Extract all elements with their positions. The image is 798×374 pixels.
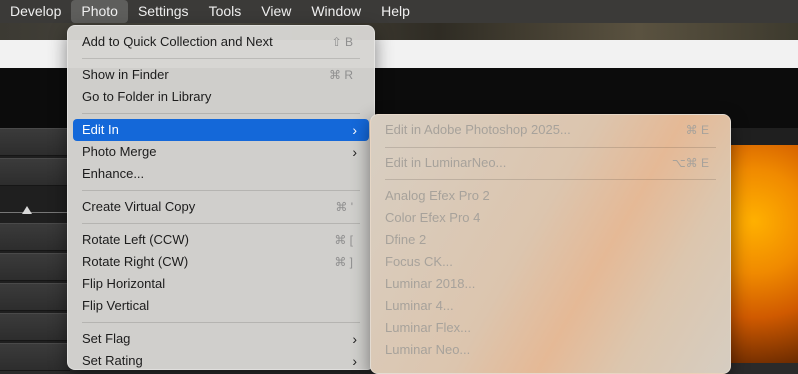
menu-item-rotate-left[interactable]: Rotate Left (CCW) ⌘ [ — [73, 229, 369, 251]
menu-item-label: Color Efex Pro 4 — [385, 210, 481, 225]
menu-settings[interactable]: Settings — [128, 0, 199, 23]
menu-separator — [82, 223, 360, 224]
menu-item-go-to-folder[interactable]: Go to Folder in Library — [73, 86, 369, 108]
menu-item-label: Show in Finder — [82, 67, 169, 82]
menu-item-shortcut: ⌘ R — [329, 68, 353, 82]
panel-row[interactable] — [0, 223, 70, 251]
menu-item-edit-in[interactable]: Edit In › — [73, 119, 369, 141]
submenu-item-dfine[interactable]: Dfine 2 — [376, 229, 725, 251]
menu-item-photo-merge[interactable]: Photo Merge › — [73, 141, 369, 163]
panel-row[interactable] — [0, 313, 70, 341]
menu-separator — [82, 190, 360, 191]
menu-develop[interactable]: Develop — [0, 0, 71, 23]
edit-in-submenu: Edit in Adobe Photoshop 2025... ⌘ E Edit… — [370, 114, 731, 374]
menu-item-shortcut: ⌘ ' — [335, 200, 353, 214]
photo-menu: Add to Quick Collection and Next ⇧ B Sho… — [67, 25, 375, 370]
menu-item-add-to-quick-collection[interactable]: Add to Quick Collection and Next ⇧ B — [73, 31, 369, 53]
menu-separator — [82, 322, 360, 323]
submenu-item-edit-in-photoshop[interactable]: Edit in Adobe Photoshop 2025... ⌘ E — [376, 119, 725, 141]
panel-row[interactable] — [0, 158, 70, 186]
photo-preview — [725, 145, 798, 363]
menu-help[interactable]: Help — [371, 0, 420, 23]
menu-window[interactable]: Window — [301, 0, 371, 23]
menu-separator — [385, 179, 716, 180]
menu-item-set-flag[interactable]: Set Flag › — [73, 328, 369, 350]
menu-item-label: Enhance... — [82, 166, 145, 181]
chevron-right-icon: › — [352, 353, 357, 369]
menu-item-rotate-right[interactable]: Rotate Right (CW) ⌘ ] — [73, 251, 369, 273]
menu-item-label: Luminar 2018... — [385, 276, 476, 291]
chevron-right-icon: › — [352, 144, 357, 160]
slider-thumb-icon[interactable] — [22, 206, 32, 214]
menu-bar: Develop Photo Settings Tools View Window… — [0, 0, 798, 23]
menu-photo[interactable]: Photo — [71, 0, 128, 23]
submenu-item-luminar-neo[interactable]: Luminar Neo... — [376, 339, 725, 361]
panel-rows — [0, 128, 70, 371]
menu-item-label: Flip Horizontal — [82, 276, 166, 291]
submenu-item-analog-efex[interactable]: Analog Efex Pro 2 — [376, 185, 725, 207]
panel-row[interactable] — [0, 253, 70, 281]
menu-separator — [385, 147, 716, 148]
menu-item-label: Add to Quick Collection and Next — [82, 34, 273, 49]
menu-item-label: Rotate Left (CCW) — [82, 232, 189, 247]
menu-tools[interactable]: Tools — [199, 0, 252, 23]
menu-item-shortcut: ⇧ B — [331, 35, 353, 49]
chevron-right-icon: › — [352, 331, 357, 347]
menu-item-show-in-finder[interactable]: Show in Finder ⌘ R — [73, 64, 369, 86]
menu-item-label: Luminar 4... — [385, 298, 454, 313]
submenu-item-luminar-flex[interactable]: Luminar Flex... — [376, 317, 725, 339]
panel-row[interactable] — [0, 283, 70, 311]
menu-item-label: Photo Merge — [82, 144, 157, 159]
menu-item-label: Focus CK... — [385, 254, 453, 269]
submenu-item-luminar-4[interactable]: Luminar 4... — [376, 295, 725, 317]
menu-item-label: Luminar Neo... — [385, 342, 471, 357]
menu-item-label: Set Rating — [82, 353, 143, 368]
menu-item-shortcut: ⌘ [ — [334, 233, 353, 247]
menu-item-label: Analog Efex Pro 2 — [385, 188, 490, 203]
menu-item-label: Set Flag — [82, 331, 131, 346]
menu-item-label: Dfine 2 — [385, 232, 427, 247]
submenu-item-focus-ck[interactable]: Focus CK... — [376, 251, 725, 273]
menu-item-shortcut: ⌘ ] — [334, 255, 353, 269]
slider-track[interactable] — [0, 212, 70, 213]
menu-item-label: Edit in LuminarNeo... — [385, 155, 507, 170]
submenu-item-edit-in-luminarneo[interactable]: Edit in LuminarNeo... ⌥⌘ E — [376, 152, 725, 174]
menu-item-label: Edit In — [82, 122, 119, 137]
menu-item-enhance[interactable]: Enhance... — [73, 163, 369, 185]
menu-item-flip-vertical[interactable]: Flip Vertical — [73, 295, 369, 317]
menu-item-label: Rotate Right (CW) — [82, 254, 189, 269]
panel-row[interactable] — [0, 128, 70, 156]
menu-item-label: Go to Folder in Library — [82, 89, 212, 104]
menu-item-shortcut: ⌘ E — [685, 123, 709, 137]
menu-separator — [82, 113, 360, 114]
menu-item-set-rating[interactable]: Set Rating › — [73, 350, 369, 372]
panel-row[interactable] — [0, 343, 70, 371]
menu-view[interactable]: View — [251, 0, 301, 23]
menu-item-label: Flip Vertical — [82, 298, 150, 313]
chevron-right-icon: › — [352, 122, 357, 138]
menu-item-flip-horizontal[interactable]: Flip Horizontal — [73, 273, 369, 295]
menu-item-label: Edit in Adobe Photoshop 2025... — [385, 122, 571, 137]
menu-item-label: Create Virtual Copy — [82, 199, 196, 214]
menu-separator — [82, 58, 360, 59]
submenu-item-color-efex[interactable]: Color Efex Pro 4 — [376, 207, 725, 229]
submenu-item-luminar-2018[interactable]: Luminar 2018... — [376, 273, 725, 295]
menu-item-create-virtual-copy[interactable]: Create Virtual Copy ⌘ ' — [73, 196, 369, 218]
menu-item-shortcut: ⌥⌘ E — [671, 156, 709, 170]
menu-item-label: Luminar Flex... — [385, 320, 471, 335]
